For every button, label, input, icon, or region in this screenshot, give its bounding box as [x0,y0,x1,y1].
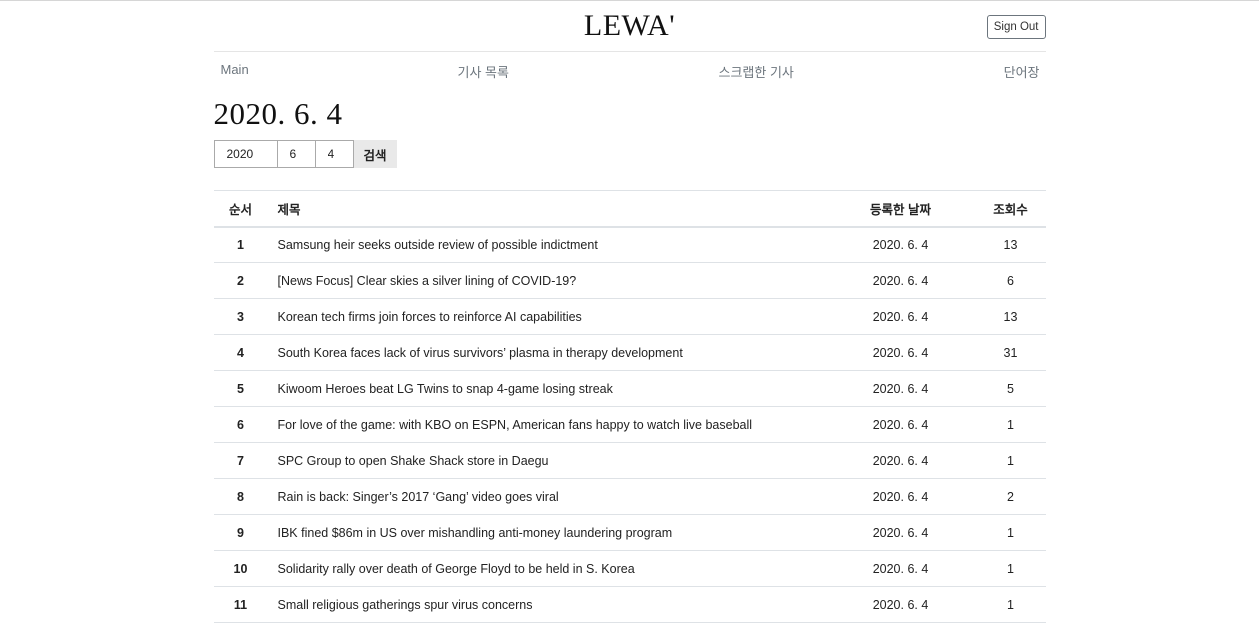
main-content: 2020. 6. 4 검색 순서 제목 등록한 날짜 조회수 1 Samsung… [213,94,1046,623]
row-views: 1 [975,550,1046,587]
nav-item-scrapped-articles[interactable]: 스크랩한 기사 [719,62,794,81]
row-views: 5 [975,370,1046,407]
article-title-link[interactable]: IBK fined $86m in US over mishandling an… [278,526,673,540]
row-date: 2020. 6. 4 [825,298,976,335]
row-views: 1 [975,586,1046,623]
column-header-views: 조회수 [975,190,1046,228]
row-num: 10 [213,550,268,587]
article-title-link[interactable]: SPC Group to open Shake Shack store in D… [278,454,549,468]
article-title-link[interactable]: [News Focus] Clear skies a silver lining… [278,274,577,288]
row-num: 1 [213,226,268,263]
row-date: 2020. 6. 4 [825,442,976,479]
sign-out-button[interactable]: Sign Out [986,15,1046,39]
article-title-link[interactable]: Solidarity rally over death of George Fl… [278,562,635,576]
table-row[interactable]: 2 [News Focus] Clear skies a silver lini… [213,262,1046,299]
row-num: 6 [213,406,268,443]
table-row[interactable]: 3 Korean tech firms join forces to reinf… [213,298,1046,335]
row-date: 2020. 6. 4 [825,550,976,587]
nav-item-article-list[interactable]: 기사 목록 [458,62,509,81]
table-row[interactable]: 9 IBK fined $86m in US over mishandling … [213,514,1046,551]
row-views: 13 [975,226,1046,263]
column-header-num: 순서 [213,190,268,228]
row-num: 11 [213,586,268,623]
nav-item-main[interactable]: Main [221,62,249,77]
row-date: 2020. 6. 4 [825,586,976,623]
row-num: 3 [213,298,268,335]
header: LEWA' Sign Out [213,1,1046,52]
row-views: 6 [975,262,1046,299]
table-row[interactable]: 8 Rain is back: Singer’s 2017 ‘Gang’ vid… [213,478,1046,515]
date-search-form: 검색 [213,140,1046,168]
column-header-date: 등록한 날짜 [825,190,976,228]
table-row[interactable]: 6 For love of the game: with KBO on ESPN… [213,406,1046,443]
row-views: 31 [975,334,1046,371]
day-input[interactable] [315,140,354,168]
main-nav: Main 기사 목록 스크랩한 기사 단어장 [214,52,1046,88]
row-num: 5 [213,370,268,407]
row-date: 2020. 6. 4 [825,262,976,299]
year-input[interactable] [213,140,278,168]
search-button[interactable]: 검색 [353,140,397,168]
row-views: 1 [975,406,1046,443]
table-row[interactable]: 7 SPC Group to open Shake Shack store in… [213,442,1046,479]
row-num: 2 [213,262,268,299]
row-views: 2 [975,478,1046,515]
page-title: 2020. 6. 4 [213,96,343,131]
row-num: 8 [213,478,268,515]
row-views: 13 [975,298,1046,335]
row-date: 2020. 6. 4 [825,370,976,407]
table-row[interactable]: 4 South Korea faces lack of virus surviv… [213,334,1046,371]
nav-item-vocabulary[interactable]: 단어장 [1004,62,1040,81]
table-row[interactable]: 11 Small religious gatherings spur virus… [213,586,1046,623]
table-row[interactable]: 5 Kiwoom Heroes beat LG Twins to snap 4-… [213,370,1046,407]
article-title-link[interactable]: Samsung heir seeks outside review of pos… [278,238,598,252]
table-header-row: 순서 제목 등록한 날짜 조회수 [213,190,1046,228]
row-date: 2020. 6. 4 [825,226,976,263]
article-title-link[interactable]: Kiwoom Heroes beat LG Twins to snap 4-ga… [278,382,613,396]
article-title-link[interactable]: For love of the game: with KBO on ESPN, … [278,418,753,432]
row-date: 2020. 6. 4 [825,334,976,371]
article-title-link[interactable]: Small religious gatherings spur virus co… [278,598,533,612]
row-num: 7 [213,442,268,479]
table-row[interactable]: 10 Solidarity rally over death of George… [213,550,1046,587]
row-num: 4 [213,334,268,371]
article-title-link[interactable]: Rain is back: Singer’s 2017 ‘Gang’ video… [278,490,559,504]
month-input[interactable] [277,140,316,168]
site-logo[interactable]: LEWA' [214,9,1046,43]
column-header-title: 제목 [267,190,826,228]
row-num: 9 [213,514,268,551]
row-views: 1 [975,514,1046,551]
article-table: 순서 제목 등록한 날짜 조회수 1 Samsung heir seeks ou… [213,190,1046,623]
row-date: 2020. 6. 4 [825,478,976,515]
row-views: 1 [975,442,1046,479]
article-title-link[interactable]: Korean tech firms join forces to reinfor… [278,310,582,324]
row-date: 2020. 6. 4 [825,406,976,443]
row-date: 2020. 6. 4 [825,514,976,551]
article-title-link[interactable]: South Korea faces lack of virus survivor… [278,346,683,360]
table-row[interactable]: 1 Samsung heir seeks outside review of p… [213,226,1046,263]
